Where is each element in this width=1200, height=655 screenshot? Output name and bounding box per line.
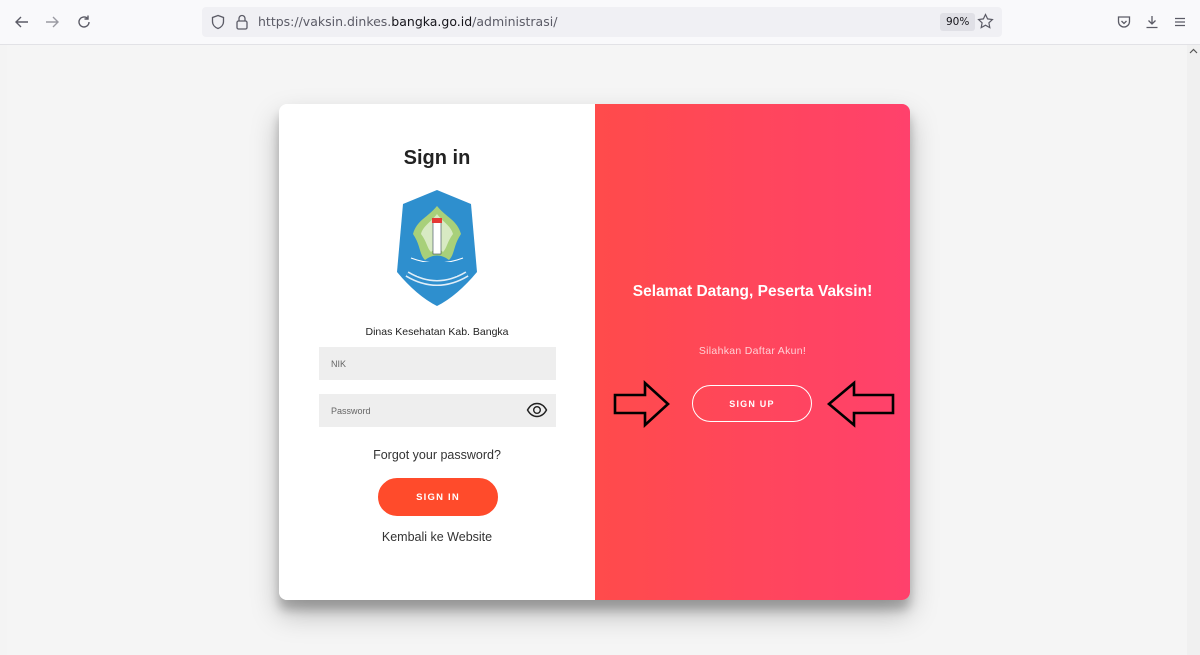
back-button[interactable] [10,10,34,34]
nik-field[interactable] [319,347,556,380]
url-text[interactable]: https://vaksin.dinkes.bangka.go.id/admin… [258,14,557,29]
nik-input[interactable] [319,347,521,380]
forgot-password-link[interactable]: Forgot your password? [279,448,595,462]
browser-toolbar: https://vaksin.dinkes.bangka.go.id/admin… [0,0,1200,45]
sign-up-button[interactable]: SIGN UP [692,385,812,422]
arrow-right-icon [46,16,59,28]
download-icon [1146,16,1158,29]
reload-icon [78,15,90,28]
sign-in-panel: Sign in Dinas Kesehatan Kab. Bangka Forg… [279,104,595,600]
app-menu-button[interactable] [1168,10,1192,34]
url-path: /administrasi/ [472,14,558,29]
left-arrow-annotation-icon [826,380,895,428]
reload-button[interactable] [72,10,96,34]
star-icon[interactable] [977,13,994,30]
hamburger-menu-icon [1175,17,1185,27]
page-title: Sign in [403,147,471,169]
forward-button[interactable] [40,10,64,34]
downloads-button[interactable] [1140,10,1164,34]
back-to-website-link[interactable]: Kembali ke Website [279,530,595,544]
scroll-up-icon[interactable] [1189,47,1198,55]
sign-in-button[interactable]: SIGN IN [378,478,498,516]
url-prefix: https://vaksin.dinkes. [258,14,392,29]
welcome-heading: Selamat Datang, Peserta Vaksin! [632,283,873,300]
password-input[interactable] [319,394,521,427]
password-field[interactable] [319,394,556,427]
login-card: Sign in Dinas Kesehatan Kab. Bangka Forg… [279,104,910,600]
address-bar[interactable]: https://vaksin.dinkes.bangka.go.id/admin… [202,7,1002,37]
pocket-button[interactable] [1112,10,1136,34]
welcome-subtitle: Silahkan Daftar Akun! [698,345,807,357]
pocket-icon [1117,16,1131,28]
url-domain: bangka.go.id [391,14,473,29]
arrow-left-icon [15,16,28,28]
zoom-level-badge[interactable]: 90% [940,13,976,31]
vertical-scrollbar[interactable] [1187,45,1200,655]
logo-text-banner [417,263,457,276]
kabupaten-bangka-logo [397,190,477,306]
welcome-panel: Selamat Datang, Peserta Vaksin! Silahkan… [595,104,910,600]
right-arrow-annotation-icon [613,380,670,428]
eye-icon[interactable] [526,401,548,419]
lock-icon [236,14,248,30]
shield-icon [211,14,225,30]
agency-name: Dinas Kesehatan Kab. Bangka [365,326,509,338]
